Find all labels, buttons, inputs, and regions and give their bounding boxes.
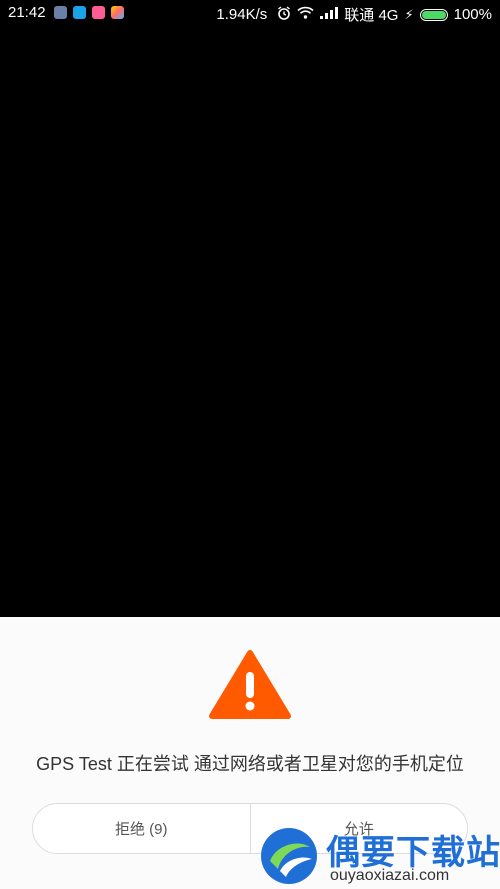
dialog-message: GPS Test 正在尝试 通过网络或者卫星对您的手机定位 [36,754,464,774]
network-speed: 1.94K/s [216,6,268,23]
notification-icons [54,6,124,19]
status-time: 21:42 [8,4,46,21]
app-icon-star [111,6,124,19]
app-icon-location [73,6,86,19]
warning-icon [209,650,291,719]
watermark-url: ouyaoxiazai.com [330,867,450,884]
battery-icon [419,8,448,21]
app-icon-gallery [54,6,67,19]
app-icon-message [92,6,105,19]
wifi-icon [297,6,314,23]
alarm-icon [277,5,291,24]
battery-percent: 100% [453,6,492,23]
status-bar: 21:42 1.94K/s 联通 4G ⚡ 100% [0,0,500,26]
watermark: 偶要下载站 ouyaoxiazai.com [258,817,500,889]
watermark-logo-icon [261,828,317,884]
charging-icon: ⚡ [404,6,414,22]
carrier-label: 联通 4G [344,7,399,24]
deny-button[interactable]: 拒绝 (9) [33,804,250,853]
signal-icon [320,6,339,23]
